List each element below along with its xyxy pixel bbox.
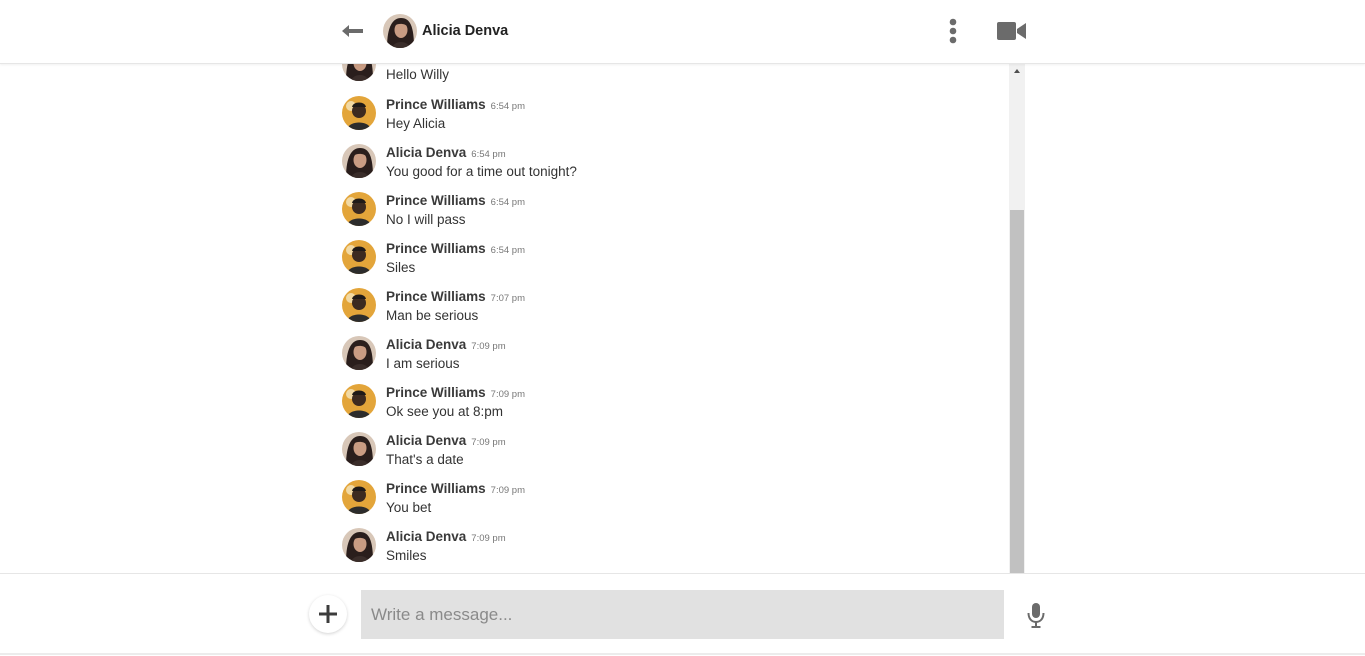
alicia-avatar-image xyxy=(342,432,376,466)
alicia-avatar-image xyxy=(342,528,376,562)
back-arrow-icon xyxy=(342,25,363,37)
message-item: Prince Williams 6:54 pm No I will pass xyxy=(335,192,1009,238)
message-item: Alicia Denva 7:09 pm That's a date xyxy=(335,432,1009,478)
avatar-image xyxy=(383,14,417,48)
message-timestamp: 7:07 pm xyxy=(490,293,525,304)
sender-avatar[interactable] xyxy=(342,63,376,81)
prince-avatar-image xyxy=(342,288,376,322)
alicia-avatar-image xyxy=(342,144,376,178)
video-camera-icon xyxy=(997,22,1026,40)
message-text: Smiles xyxy=(386,548,427,563)
message-text: You good for a time out tonight? xyxy=(386,164,577,179)
message-timestamp: 7:09 pm xyxy=(490,485,525,496)
sender-avatar[interactable] xyxy=(342,336,376,370)
prince-avatar-image xyxy=(342,384,376,418)
plus-icon xyxy=(319,605,337,623)
contact-name: Alicia Denva xyxy=(422,23,509,39)
message-item: Prince Williams 7:07 pm Man be serious xyxy=(335,288,1009,334)
message-list[interactable]: Hello Willy Prince Williams 6:54 pm Hey A… xyxy=(335,63,1009,573)
alicia-avatar-image xyxy=(342,336,376,370)
alicia-avatar-image xyxy=(342,63,376,81)
message-text: That's a date xyxy=(386,452,464,467)
message-text: Siles xyxy=(386,260,416,275)
voice-message-button[interactable] xyxy=(1025,601,1047,629)
sender-avatar[interactable] xyxy=(342,144,376,178)
sender-name[interactable]: Prince Williams 6:54 pm xyxy=(386,193,525,208)
sender-name[interactable]: Prince Williams 7:09 pm xyxy=(386,385,525,400)
chat-header: Alicia Denva xyxy=(0,0,1365,64)
sender-name[interactable]: Prince Williams 7:09 pm xyxy=(386,481,525,496)
message-timestamp: 7:09 pm xyxy=(471,341,506,352)
message-timestamp: 6:54 pm xyxy=(490,245,525,256)
message-timestamp: 6:54 pm xyxy=(471,149,506,160)
sender-name[interactable]: Prince Williams 6:54 pm xyxy=(386,97,525,112)
message-text: Hello Willy xyxy=(386,67,450,82)
message-text: Hey Alicia xyxy=(386,116,446,131)
message-item: Prince Williams 7:09 pm You bet xyxy=(335,480,1009,526)
more-options-button[interactable] xyxy=(942,17,964,45)
message-item: Prince Williams 7:09 pm Ok see you at 8:p… xyxy=(335,384,1009,430)
message-input[interactable] xyxy=(361,590,1004,639)
message-scrollbar[interactable] xyxy=(1009,63,1025,574)
message-item: Prince Williams 6:54 pm Hey Alicia xyxy=(335,96,1009,142)
message-text: I am serious xyxy=(386,356,460,371)
sender-avatar[interactable] xyxy=(342,432,376,466)
sender-name-text: Alicia Denva xyxy=(386,433,467,448)
sender-avatar[interactable] xyxy=(342,384,376,418)
message-item: Alicia Denva 7:09 pm Smiles xyxy=(335,528,1009,573)
message-text: No I will pass xyxy=(386,212,466,227)
prince-avatar-image xyxy=(342,96,376,130)
sender-name-text: Prince Williams xyxy=(386,193,486,208)
sender-name-text: Alicia Denva xyxy=(386,337,467,352)
message-item: Alicia Denva 7:09 pm I am serious xyxy=(335,336,1009,382)
sender-name[interactable]: Alicia Denva 7:09 pm xyxy=(386,433,506,448)
message-text: You bet xyxy=(386,500,432,515)
sender-avatar[interactable] xyxy=(342,480,376,514)
sender-name[interactable]: Prince Williams 7:07 pm xyxy=(386,289,525,304)
sender-name-text: Prince Williams xyxy=(386,289,486,304)
sender-name[interactable]: Alicia Denva 7:09 pm xyxy=(386,529,506,544)
sender-avatar[interactable] xyxy=(342,528,376,562)
sender-name-text: Prince Williams xyxy=(386,481,486,496)
sender-avatar[interactable] xyxy=(342,96,376,130)
message-composer xyxy=(0,573,1365,656)
scrollbar-thumb[interactable] xyxy=(1010,210,1024,574)
message-item: Prince Williams 6:54 pm Siles xyxy=(335,240,1009,286)
message-item: Hello Willy xyxy=(335,63,1009,93)
sender-name[interactable]: Prince Williams 6:54 pm xyxy=(386,241,525,256)
message-text: Ok see you at 8:pm xyxy=(386,404,504,419)
message-timestamp: 7:09 pm xyxy=(490,389,525,400)
caret-up-icon xyxy=(1014,69,1020,73)
sender-name-text: Prince Williams xyxy=(386,97,486,112)
contact-avatar[interactable] xyxy=(383,14,417,48)
sender-name-text: Prince Williams xyxy=(386,385,486,400)
sender-name-text: Alicia Denva xyxy=(386,145,467,160)
video-call-button[interactable] xyxy=(995,19,1029,43)
prince-avatar-image xyxy=(342,192,376,226)
message-timestamp: 6:54 pm xyxy=(490,197,525,208)
microphone-icon xyxy=(1027,603,1045,628)
sender-avatar[interactable] xyxy=(342,288,376,322)
sender-name-text: Prince Williams xyxy=(386,241,486,256)
message-text: Man be serious xyxy=(386,308,479,323)
prince-avatar-image xyxy=(342,240,376,274)
back-button[interactable] xyxy=(338,18,366,44)
message-timestamp: 7:09 pm xyxy=(471,533,506,544)
sender-avatar[interactable] xyxy=(342,192,376,226)
sender-name-text: Alicia Denva xyxy=(386,529,467,544)
message-item: Alicia Denva 6:54 pm You good for a time … xyxy=(335,144,1009,190)
add-attachment-button[interactable] xyxy=(309,595,347,633)
sender-avatar[interactable] xyxy=(342,240,376,274)
sender-name[interactable]: Alicia Denva 7:09 pm xyxy=(386,337,506,352)
message-timestamp: 7:09 pm xyxy=(471,437,506,448)
prince-avatar-image xyxy=(342,480,376,514)
sender-name[interactable]: Alicia Denva 6:54 pm xyxy=(386,145,506,160)
message-timestamp: 6:54 pm xyxy=(490,101,525,112)
scroll-up-button[interactable] xyxy=(1009,63,1025,79)
more-vertical-icon xyxy=(949,18,957,44)
